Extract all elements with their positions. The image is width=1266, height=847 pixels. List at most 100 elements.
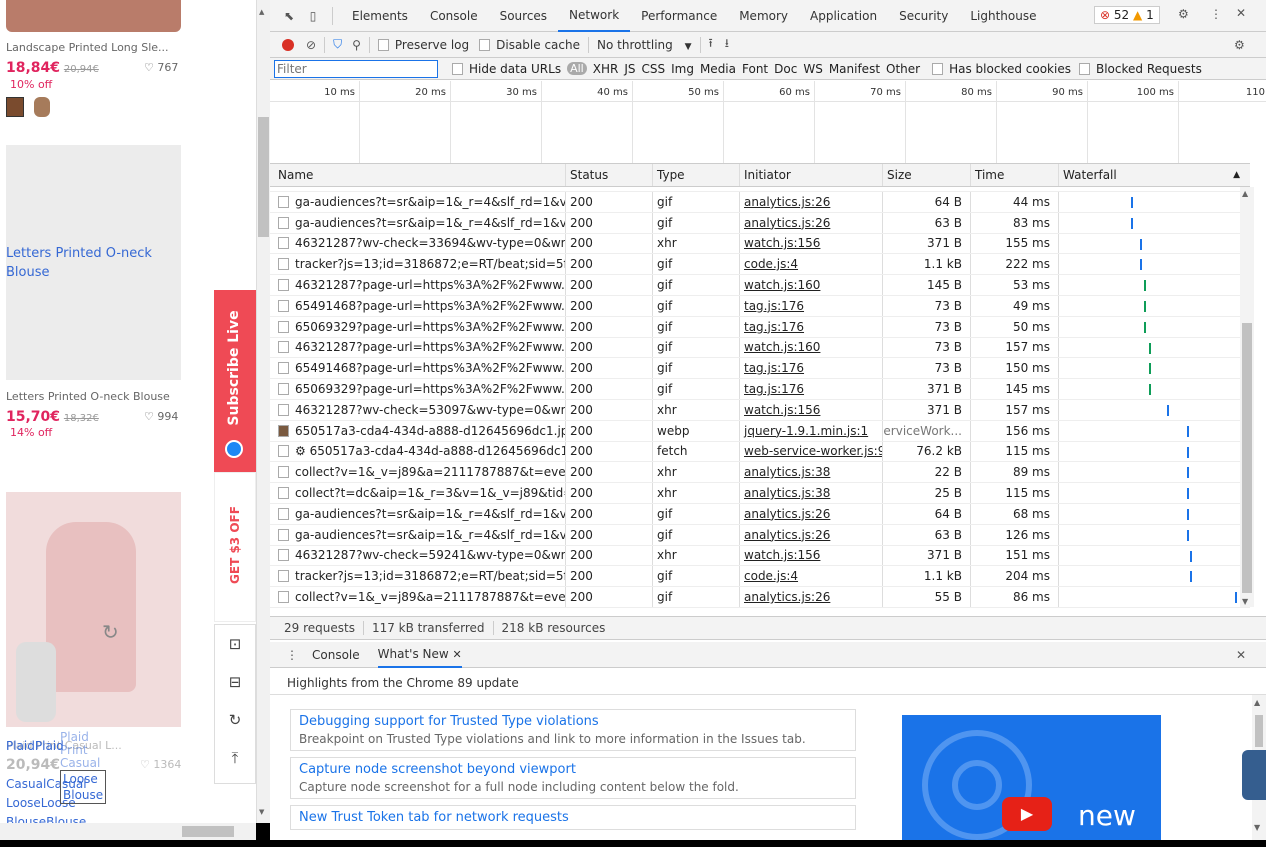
cell-name[interactable]: 46321287?wv-check=53097&wv-type=0&wmod..… [270,399,566,420]
side-handle[interactable] [1242,750,1266,800]
cell-initiator[interactable]: code.js:4 [740,566,883,587]
scroll-thumb[interactable] [182,826,234,837]
table-row[interactable]: collect?v=1&_v=j89&a=2111787887&t=event&… [270,462,1250,484]
cell-name[interactable]: 65069329?page-url=https%3A%2F%2Fwww.new.… [270,316,566,337]
coupon-tab[interactable]: GET $3 OFF [214,472,256,622]
initiator-link[interactable]: jquery-1.9.1.min.js:1 [744,424,868,438]
table-row[interactable]: 65069329?page-url=https%3A%2F%2Fwww.new.… [270,379,1250,400]
subscribe-live-tab[interactable]: Subscribe Live [214,290,256,472]
table-row[interactable]: collect?t=dc&aip=1&_r=3&v=1&_v=j89&tid=U… [270,483,1250,504]
initiator-link[interactable]: watch.js:160 [744,340,820,354]
page-vertical-scrollbar[interactable]: ▲ ▼ [256,0,270,823]
search-icon[interactable]: ⚲ [352,38,361,52]
blocked-cookies-checkbox[interactable] [932,62,944,75]
cell-name[interactable]: ⚙ 650517a3-cda4-434d-a888-d12645696dc1.j… [270,441,566,462]
initiator-link[interactable]: analytics.js:26 [744,507,830,521]
scroll-thumb[interactable] [258,117,269,237]
table-row[interactable]: 65491468?page-url=https%3A%2F%2Fwww.new.… [270,358,1250,380]
cell-initiator[interactable]: watch.js:160 [740,337,883,358]
table-row[interactable]: ga-audiences?t=sr&aip=1&_r=4&slf_rd=1&v=… [270,503,1250,525]
close-tab-icon[interactable]: ✕ [453,648,462,661]
scroll-up-arrow[interactable]: ▲ [1242,189,1248,198]
drawer-menu-icon[interactable]: ⋮ [286,648,298,662]
cell-initiator[interactable]: watch.js:156 [740,545,883,566]
cell-name[interactable]: 46321287?wv-check=33694&wv-type=0&wmod..… [270,233,566,254]
table-row[interactable]: 46321287?wv-check=53097&wv-type=0&wmod..… [270,399,1250,421]
whats-new-video[interactable]: ▶ new [902,715,1161,840]
scroll-down-arrow[interactable]: ▼ [1242,597,1248,606]
cell-initiator[interactable]: watch.js:156 [740,233,883,254]
table-row[interactable]: 46321287?wv-check=59241&wv-type=0&wmod..… [270,545,1250,567]
initiator-link[interactable]: tag.js:176 [744,299,804,313]
tab-memory[interactable]: Memory [728,9,799,23]
cell-initiator[interactable]: tag.js:176 [740,358,883,379]
color-swatch[interactable] [6,97,24,117]
product-image-3[interactable]: ↻ [6,492,181,727]
initiator-link[interactable]: analytics.js:26 [744,590,830,604]
support-icon[interactable]: ↻ [215,701,255,739]
broken-image-alt[interactable]: PlaidPlaid [6,740,64,753]
cell-name[interactable]: ga-audiences?t=sr&aip=1&_r=4&slf_rd=1&v=… [270,192,566,212]
table-row[interactable]: tracker?js=13;id=3186872;e=RT/beat;sid=5… [270,254,1250,276]
scroll-up-arrow[interactable]: ▲ [259,8,264,16]
filter-manifest[interactable]: Manifest [829,62,880,76]
initiator-link[interactable]: watch.js:160 [744,278,820,292]
cell-name[interactable]: tracker?js=13;id=3186872;e=RT/beat;sid=5… [270,254,566,275]
clear-icon[interactable]: ⊘ [306,38,316,52]
filter-media[interactable]: Media [700,62,736,76]
cell-initiator[interactable]: jquery-1.9.1.min.js:1 [740,420,883,441]
feature-card[interactable]: New Trust Token tab for network requests [290,805,856,830]
filter-font[interactable]: Font [742,62,768,76]
table-row[interactable]: ga-audiences?t=sr&aip=1&_r=4&slf_rd=1&v=… [270,192,1250,213]
overview-timeline[interactable]: 10 ms 20 ms 30 ms 40 ms 50 ms 60 ms 70 ms 80 ms… [270,81,1266,163]
initiator-link[interactable]: tag.js:176 [744,320,804,334]
likes[interactable]: ♡ 1364 [140,758,181,771]
filter-icon[interactable]: ⛉ [333,37,342,52]
table-row[interactable]: 46321287?page-url=https%3A%2F%2Fwww.new.… [270,337,1250,359]
initiator-link[interactable]: watch.js:156 [744,403,820,417]
col-waterfall[interactable]: Waterfall ▲ [1059,164,1250,186]
page-horizontal-scrollbar[interactable] [0,823,256,840]
cell-initiator[interactable]: code.js:4 [740,254,883,275]
product-image-1[interactable] [6,0,181,32]
likes[interactable]: ♡ 767 [144,61,178,74]
youtube-play-icon[interactable]: ▶ [1002,797,1052,831]
col-name[interactable]: Name [270,164,566,186]
tab-security[interactable]: Security [888,9,959,23]
scroll-thumb[interactable] [1255,715,1263,747]
table-row[interactable]: 650517a3-cda4-434d-a888-d12645696dc1.jpg… [270,420,1250,442]
scroll-down-arrow[interactable]: ▼ [259,808,264,816]
cell-initiator[interactable]: web-service-worker.js:91 [740,441,883,462]
cell-name[interactable]: 650517a3-cda4-434d-a888-d12645696dc1.jpg [270,420,566,441]
tab-lighthouse[interactable]: Lighthouse [959,9,1047,23]
cell-name[interactable]: ga-audiences?t=sr&aip=1&_r=4&slf_rd=1&v=… [270,524,566,545]
cell-initiator[interactable]: analytics.js:26 [740,212,883,233]
initiator-link[interactable]: analytics.js:38 [744,486,830,500]
table-row[interactable]: ga-audiences?t=sr&aip=1&_r=4&slf_rd=1&v=… [270,524,1250,546]
tab-sources[interactable]: Sources [489,9,558,23]
filter-input[interactable] [274,59,438,78]
inspect-icon[interactable]: ⬉ [276,9,302,23]
feature-card[interactable]: Capture node screenshot beyond viewport … [290,757,856,799]
filter-other[interactable]: Other [886,62,920,76]
network-settings-icon[interactable]: ⚙ [1234,38,1245,52]
table-row[interactable]: 65491468?page-url=https%3A%2F%2Fwww.new.… [270,295,1250,317]
import-har-icon[interactable]: ⭱ [709,34,713,55]
close-drawer-icon[interactable]: ✕ [1236,648,1246,662]
filter-all[interactable]: All [567,62,587,75]
blocked-requests-checkbox[interactable] [1078,62,1090,75]
initiator-link[interactable]: analytics.js:26 [744,216,830,230]
initiator-link[interactable]: analytics.js:26 [744,195,830,209]
preserve-log-checkbox[interactable] [377,38,389,51]
cell-name[interactable]: ga-audiences?t=sr&aip=1&_r=4&slf_rd=1&v=… [270,503,566,524]
hide-data-urls-checkbox[interactable] [452,62,463,75]
cell-name[interactable]: collect?v=1&_v=j89&a=2111787887&t=event&… [270,462,566,483]
tab-elements[interactable]: Elements [341,9,419,23]
tab-network[interactable]: Network [558,0,631,32]
col-size[interactable]: Size [883,164,971,186]
record-icon[interactable] [282,38,294,51]
table-row[interactable]: tracker?js=13;id=3186872;e=RT/beat;sid=5… [270,566,1250,588]
cell-name[interactable]: 65491468?page-url=https%3A%2F%2Fwww.new.… [270,295,566,316]
table-row[interactable]: ga-audiences?t=sr&aip=1&_r=4&slf_rd=1&v=… [270,212,1250,234]
col-initiator[interactable]: Initiator [740,164,883,186]
